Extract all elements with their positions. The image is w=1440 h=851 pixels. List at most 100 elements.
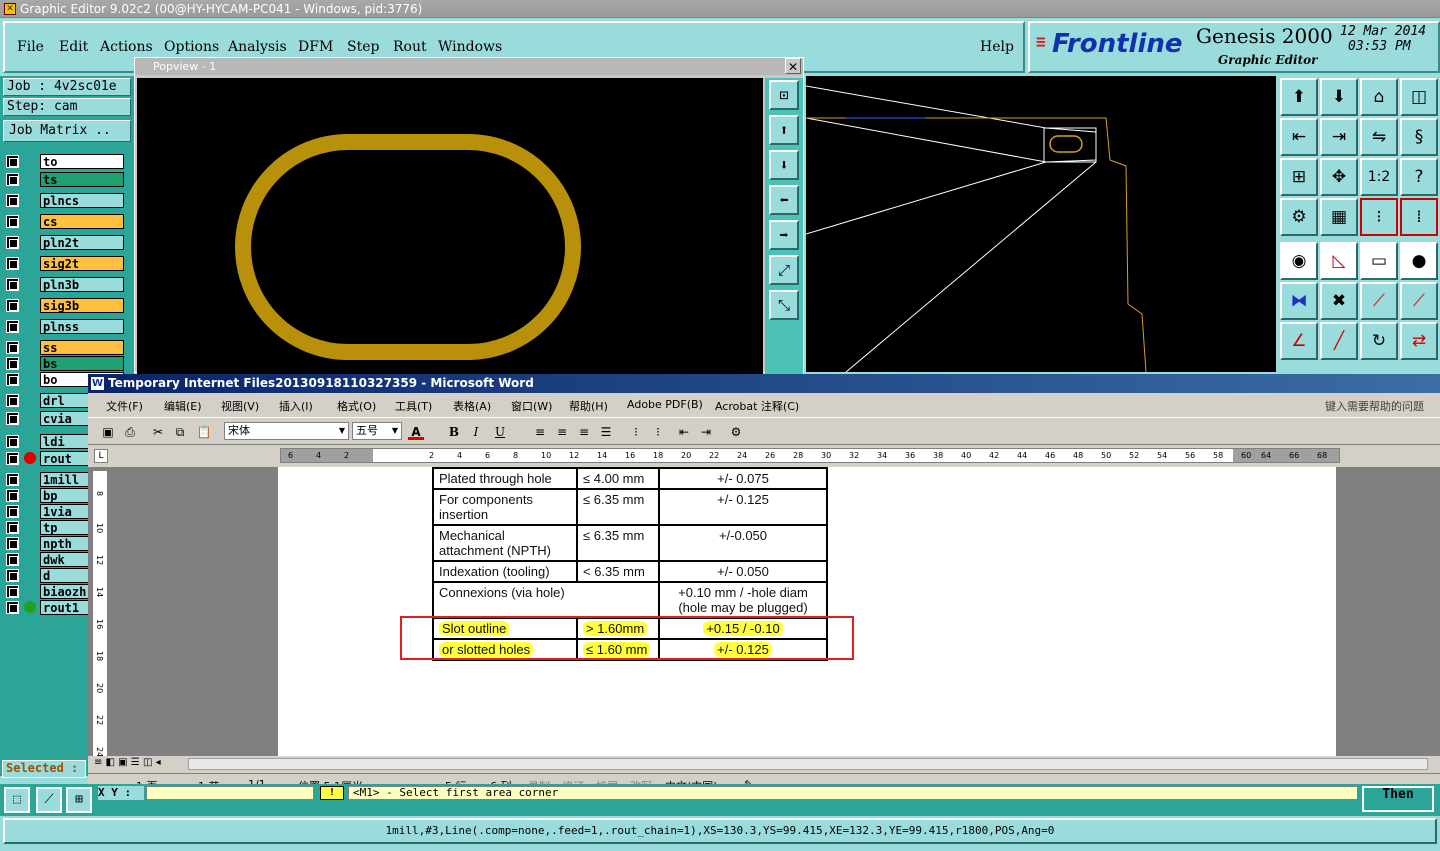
increase-indent-icon[interactable]: ⇥ — [698, 424, 714, 440]
layer-checkbox[interactable] — [6, 215, 19, 228]
menu-options[interactable]: Options — [164, 39, 219, 55]
word-menu-file[interactable]: 文件(F) — [106, 398, 143, 414]
layer-name[interactable]: plncs — [40, 193, 124, 208]
layer-name[interactable]: plnss — [40, 319, 124, 334]
select-line-icon[interactable]: ⟋ — [36, 787, 62, 813]
word-menu-window[interactable]: 窗口(W) — [511, 398, 552, 414]
layer-checkbox[interactable] — [6, 320, 19, 333]
menu-rout[interactable]: Rout — [393, 39, 427, 55]
table-cell[interactable]: Connexions (via hole) — [432, 581, 660, 619]
bold-icon[interactable]: B — [446, 424, 462, 440]
home-icon[interactable]: ⌂ — [1360, 78, 1398, 116]
word-menu-tools[interactable]: 工具(T) — [395, 398, 432, 414]
question-icon[interactable]: ? — [1400, 158, 1438, 196]
zoom-in-icon[interactable]: ⤢ — [769, 255, 799, 285]
menu-file[interactable]: File — [17, 39, 44, 55]
zoom-fit-icon[interactable]: ⊡ — [769, 80, 799, 110]
zoom-fit-icon[interactable]: ⊞ — [1280, 158, 1318, 196]
pan-left-icon[interactable]: ⬅ — [769, 185, 799, 215]
info-icon[interactable]: ! — [320, 786, 344, 800]
save-icon[interactable]: ▣ — [100, 424, 116, 440]
measure-ruler-icon[interactable]: ▭ — [1360, 242, 1398, 280]
layer-row-pln3b[interactable]: pln3b — [4, 277, 124, 292]
layer-checkbox[interactable] — [6, 278, 19, 291]
flip-icon[interactable]: ⇄ — [1400, 322, 1438, 360]
table-cell[interactable]: ≤ 4.00 mm — [576, 467, 660, 490]
font-size-select[interactable]: 五号 ▼ — [352, 422, 402, 440]
layer-checkbox[interactable] — [6, 373, 19, 386]
layer-row-ss[interactable]: ss — [4, 340, 124, 355]
table-cell[interactable]: ≤ 6.35 mm — [576, 488, 660, 526]
layer-row-pln2t[interactable]: pln2t — [4, 235, 124, 250]
layer-row-sig3b[interactable]: sig3b — [4, 298, 124, 313]
layer-row-sig2t[interactable]: sig2t — [4, 256, 124, 271]
layer-checkbox[interactable] — [6, 505, 19, 518]
layer-up-icon[interactable]: ⬆ — [1280, 78, 1318, 116]
paste-icon[interactable]: 📋 — [196, 424, 212, 440]
grid-select-icon[interactable]: ⊞ — [66, 787, 92, 813]
table-cell[interactable]: +/-0.050 — [658, 524, 828, 562]
snap-icon[interactable]: ⁝ — [1360, 198, 1398, 236]
word-menu-insert[interactable]: 插入(I) — [279, 398, 313, 414]
numbered-list-icon[interactable]: ⁝ — [628, 424, 644, 440]
table-cell[interactable]: +/- 0.050 — [658, 560, 828, 583]
job-matrix-button[interactable]: Job Matrix .. — [3, 120, 131, 142]
layer-checkbox[interactable] — [6, 601, 19, 614]
mirror-icon[interactable]: ⇋ — [1360, 118, 1398, 156]
layer-checkbox[interactable] — [6, 435, 19, 448]
bullet-list-icon[interactable]: ⁝ — [650, 424, 666, 440]
align-right-icon[interactable]: ≡ — [576, 424, 592, 440]
layer-name[interactable]: ts — [40, 172, 124, 187]
snap-alt-icon[interactable]: ⁞ — [1400, 198, 1438, 236]
graphic-canvas[interactable] — [805, 76, 1276, 373]
move-right-icon[interactable]: ⇥ — [1320, 118, 1358, 156]
layer-name[interactable]: ss — [40, 340, 124, 355]
snake-icon[interactable]: § — [1400, 118, 1438, 156]
word-menu-adobe-pdf[interactable]: Adobe PDF(B) — [627, 398, 703, 411]
decrease-indent-icon[interactable]: ⇤ — [676, 424, 692, 440]
layer-name[interactable]: pln2t — [40, 235, 124, 250]
pan-up-icon[interactable]: ⬆ — [769, 115, 799, 145]
menu-windows[interactable]: Windows — [438, 39, 502, 55]
view-buttons[interactable]: ≡ ◧ ▣ ☰ ◫ ◂ — [94, 757, 161, 768]
copy-icon[interactable]: ⧉ — [172, 424, 188, 440]
align-center-icon[interactable]: ≡ — [554, 424, 570, 440]
layer-checkbox[interactable] — [6, 489, 19, 502]
layer-checkbox[interactable] — [6, 569, 19, 582]
layer-row-to[interactable]: to — [4, 154, 124, 169]
line-point-icon[interactable]: ⟋ — [1360, 282, 1398, 320]
pan-down-icon[interactable]: ⬇ — [769, 150, 799, 180]
tools-icon[interactable]: ⚙ — [1280, 198, 1318, 236]
layer-name[interactable]: pln3b — [40, 277, 124, 292]
font-dropdown-icon[interactable]: ▼ — [339, 423, 345, 439]
layer-name[interactable]: sig2t — [40, 256, 124, 271]
layer-checkbox[interactable] — [6, 473, 19, 486]
line-point-alt-icon[interactable]: ⟋ — [1400, 282, 1438, 320]
horizontal-ruler[interactable]: 6 4 2 2 4 6 8 10 12 14 16 18 20 22 24 26 28 30 32 34 36 38 40 4… — [280, 448, 1340, 463]
table-cell[interactable]: Indexation (tooling) — [432, 560, 578, 583]
zoom-out-icon[interactable]: ⤡ — [769, 290, 799, 320]
font-select[interactable]: 宋体 ▼ — [224, 422, 349, 440]
word-menu-help[interactable]: 帮助(H) — [569, 398, 608, 414]
angle-measure-icon[interactable]: ∠ — [1280, 322, 1318, 360]
layer-checkbox[interactable] — [6, 194, 19, 207]
layer-row-plnss[interactable]: plnss — [4, 319, 124, 334]
layer-row-plncs[interactable]: plncs — [4, 193, 124, 208]
table-cell[interactable]: Mechanical attachment (NPTH) — [432, 524, 578, 562]
add-feature-icon[interactable]: ◉ — [1280, 242, 1318, 280]
justify-icon[interactable]: ☰ — [598, 424, 614, 440]
layer-down-icon[interactable]: ⬇ — [1320, 78, 1358, 116]
layer-name[interactable]: bs — [40, 356, 124, 371]
word-menu-format[interactable]: 格式(O) — [337, 398, 376, 414]
menu-step[interactable]: Step — [347, 39, 379, 55]
table-cell[interactable]: Plated through hole — [432, 467, 578, 490]
menu-help[interactable]: Help — [980, 39, 1014, 55]
align-left-icon[interactable]: ≡ — [532, 424, 548, 440]
layer-name[interactable]: cs — [40, 214, 124, 229]
layer-checkbox[interactable] — [6, 155, 19, 168]
layer-checkbox[interactable] — [6, 341, 19, 354]
move-left-icon[interactable]: ⇤ — [1280, 118, 1318, 156]
layer-checkbox[interactable] — [6, 452, 19, 465]
word-menu-edit[interactable]: 编辑(E) — [164, 398, 202, 414]
layer-name[interactable]: sig3b — [40, 298, 124, 313]
